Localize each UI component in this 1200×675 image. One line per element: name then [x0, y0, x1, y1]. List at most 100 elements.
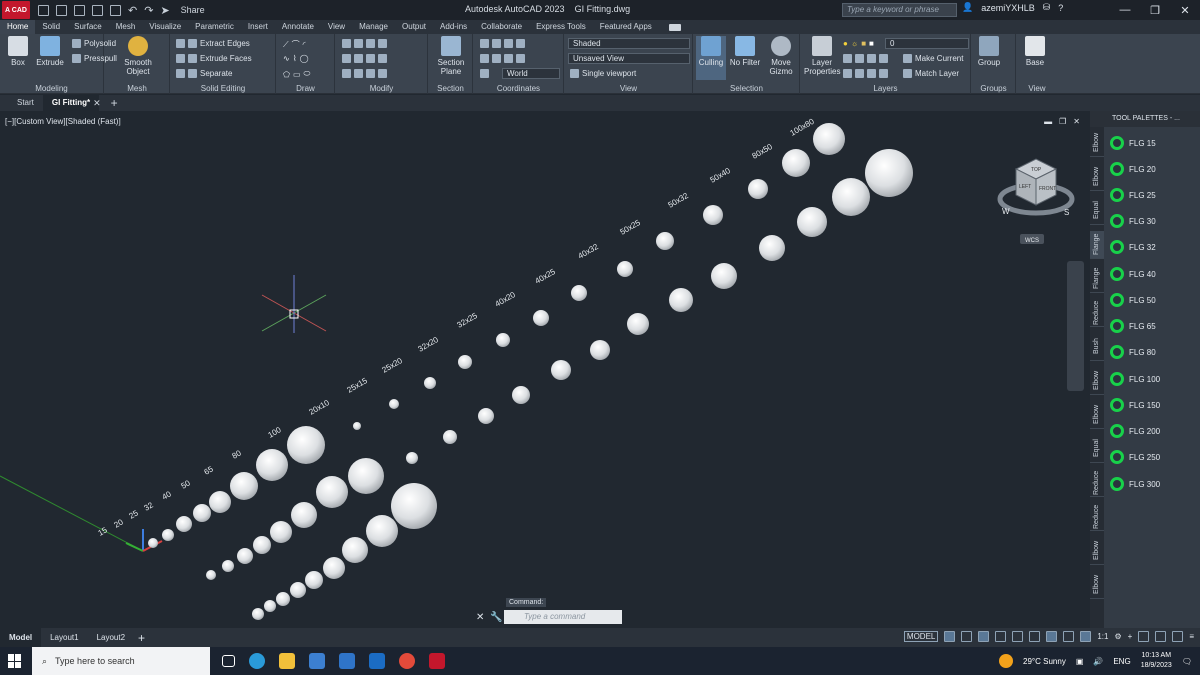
line-icon[interactable]: ⟋ — [283, 40, 289, 50]
palette-tab-elbow-5[interactable]: Elbow — [1090, 537, 1104, 565]
copy-icon[interactable] — [378, 39, 387, 48]
save-icon[interactable] — [74, 4, 85, 16]
trim-icon[interactable] — [366, 39, 375, 48]
task-view-icon[interactable] — [222, 655, 235, 667]
palette-item-flg-65[interactable]: FLG 65 — [1110, 319, 1156, 333]
palette-tab-elbow-4[interactable]: Elbow — [1090, 401, 1104, 429]
union-icon[interactable] — [188, 39, 197, 48]
spline-icon[interactable]: ∿ — [283, 54, 290, 63]
grid-icon[interactable] — [944, 631, 956, 642]
layer-thaw-icon[interactable] — [867, 69, 876, 78]
language-indicator[interactable]: ENG — [1113, 657, 1130, 666]
command-input[interactable]: Type a command — [504, 610, 622, 624]
ribbon-tab-express-tools[interactable]: Express Tools — [529, 20, 593, 34]
ucs-z-icon[interactable] — [516, 54, 525, 63]
doc-tab-start[interactable]: Start — [8, 95, 43, 111]
palette-item-flg-100[interactable]: FLG 100 — [1110, 372, 1160, 386]
ucs-origin-icon[interactable] — [492, 39, 501, 48]
palette-item-flg-250[interactable]: FLG 250 — [1110, 450, 1160, 464]
polygon-icon[interactable]: ⬠ — [283, 70, 290, 79]
palette-tab-equal[interactable]: Equal — [1090, 197, 1104, 225]
circle-icon[interactable]: ◯ — [300, 54, 309, 63]
panel-groups-title[interactable]: Groups — [972, 84, 1015, 93]
scale-icon[interactable] — [378, 54, 387, 63]
ribbon-tab-addins[interactable]: Add-ins — [433, 20, 474, 34]
ribbon-tab-output[interactable]: Output — [395, 20, 433, 34]
extrude-faces-button[interactable]: Extrude Faces — [176, 54, 252, 63]
help-icon[interactable]: ? — [1058, 3, 1063, 13]
layer-freeze-icon[interactable] — [867, 54, 876, 63]
ribbon-tab-visualize[interactable]: Visualize — [142, 20, 188, 34]
ribbon-tab-parametric[interactable]: Parametric — [188, 20, 241, 34]
section-plane-button[interactable]: Section Plane — [435, 36, 467, 76]
minimize-button[interactable]: — — [1110, 0, 1140, 20]
autocad-logo[interactable]: A CAD — [2, 1, 30, 19]
user-name[interactable]: azemiYXHLB — [981, 3, 1035, 13]
named-view-dropdown[interactable]: Unsaved View — [568, 53, 690, 64]
rectangle-icon[interactable]: ▭ — [293, 70, 301, 79]
ucs-view-icon[interactable] — [480, 54, 489, 63]
palette-tab-reduce-2[interactable]: Reduce — [1090, 469, 1104, 497]
ribbon-tab-mesh[interactable]: Mesh — [109, 20, 143, 34]
panel-selection-title[interactable]: Selection — [694, 84, 799, 93]
ucs-world-icon[interactable] — [480, 69, 489, 78]
clean-screen-icon[interactable] — [1172, 631, 1184, 642]
palette-item-flg-150[interactable]: FLG 150 — [1110, 398, 1160, 412]
group-button[interactable]: Group — [974, 36, 1004, 67]
panel-modify-title[interactable]: Modify — [336, 84, 427, 93]
layout-tab-layout2[interactable]: Layout2 — [88, 628, 134, 647]
ribbon-tab-solid[interactable]: Solid — [35, 20, 67, 34]
ucs-dropdown[interactable]: World — [502, 68, 560, 79]
add-icon[interactable]: + — [1128, 632, 1133, 641]
move-gizmo-button[interactable]: Move Gizmo — [765, 36, 797, 76]
mail-icon[interactable] — [339, 653, 355, 669]
cart-icon[interactable]: ⛁ — [1043, 2, 1051, 13]
model-space-toggle[interactable]: MODEL — [903, 631, 939, 642]
layer-on-icon[interactable] — [843, 69, 852, 78]
navigation-bar[interactable] — [1067, 261, 1084, 391]
tool-palette-title[interactable]: TOOL PALETTES - ... — [1090, 111, 1200, 127]
separate-button[interactable]: Separate — [176, 69, 232, 78]
open-file-icon[interactable] — [56, 4, 67, 16]
share-button[interactable]: Share — [181, 5, 205, 15]
panel-section-title[interactable]: Section — [429, 84, 472, 93]
ribbon-tab-collaborate[interactable]: Collaborate — [474, 20, 529, 34]
panel-mesh-title[interactable]: Mesh — [105, 84, 169, 93]
clock[interactable]: 10:13 AM 18/9/2023 — [1141, 651, 1172, 671]
base-button[interactable]: Base — [1020, 36, 1050, 67]
autocad-taskbar-icon[interactable] — [429, 653, 445, 669]
palette-tab-elbow-6[interactable]: Elbow — [1090, 571, 1104, 599]
snap-icon[interactable] — [961, 631, 973, 642]
layer-properties-button[interactable]: Layer Properties — [804, 36, 840, 76]
panel-coordinates-title[interactable]: Coordinates — [474, 84, 563, 93]
sun-icon[interactable]: ☼ — [851, 39, 858, 48]
palette-tab-elbow-3[interactable]: Elbow — [1090, 367, 1104, 395]
user-icon[interactable]: 👤 — [962, 2, 973, 13]
hardware-acceleration-icon[interactable] — [1138, 631, 1150, 642]
ribbon-tab-home[interactable]: Home — [0, 20, 36, 34]
command-close-icon[interactable]: ✕ — [476, 612, 484, 623]
save-as-icon[interactable] — [92, 4, 103, 16]
palette-item-flg-30[interactable]: FLG 30 — [1110, 214, 1156, 228]
weather-icon[interactable] — [999, 654, 1014, 668]
palette-item-flg-32[interactable]: FLG 32 — [1110, 240, 1156, 254]
no-filter-button[interactable]: No Filter — [729, 36, 761, 67]
viewcube[interactable]: TOP LEFT FRONT W S WCS — [997, 158, 1075, 244]
outlook-icon[interactable] — [369, 653, 385, 669]
mirror-icon[interactable] — [342, 54, 351, 63]
ucs-face-icon[interactable] — [504, 54, 513, 63]
doc-tab-gi-fitting[interactable]: GI Fitting* — [42, 95, 100, 111]
ortho-icon[interactable] — [978, 631, 990, 642]
intersect-icon[interactable] — [176, 69, 185, 78]
annotation-scale-icon[interactable] — [1080, 631, 1092, 642]
subtract-icon[interactable] — [176, 54, 185, 63]
settings-gear-icon[interactable]: ⚙ — [1114, 632, 1121, 641]
layer-unisolate-icon[interactable] — [855, 69, 864, 78]
maximize-button[interactable]: ❐ — [1140, 0, 1170, 20]
extract-edges-button[interactable]: Extract Edges — [176, 39, 250, 48]
polyline-icon[interactable]: ⌒ — [292, 39, 300, 50]
palette-tab-flange-2[interactable]: Flange — [1090, 265, 1104, 293]
palette-tab-equal-2[interactable]: Equal — [1090, 435, 1104, 463]
weather-label[interactable]: 29°C Sunny — [1023, 657, 1066, 666]
box-button[interactable]: Box — [3, 36, 33, 67]
